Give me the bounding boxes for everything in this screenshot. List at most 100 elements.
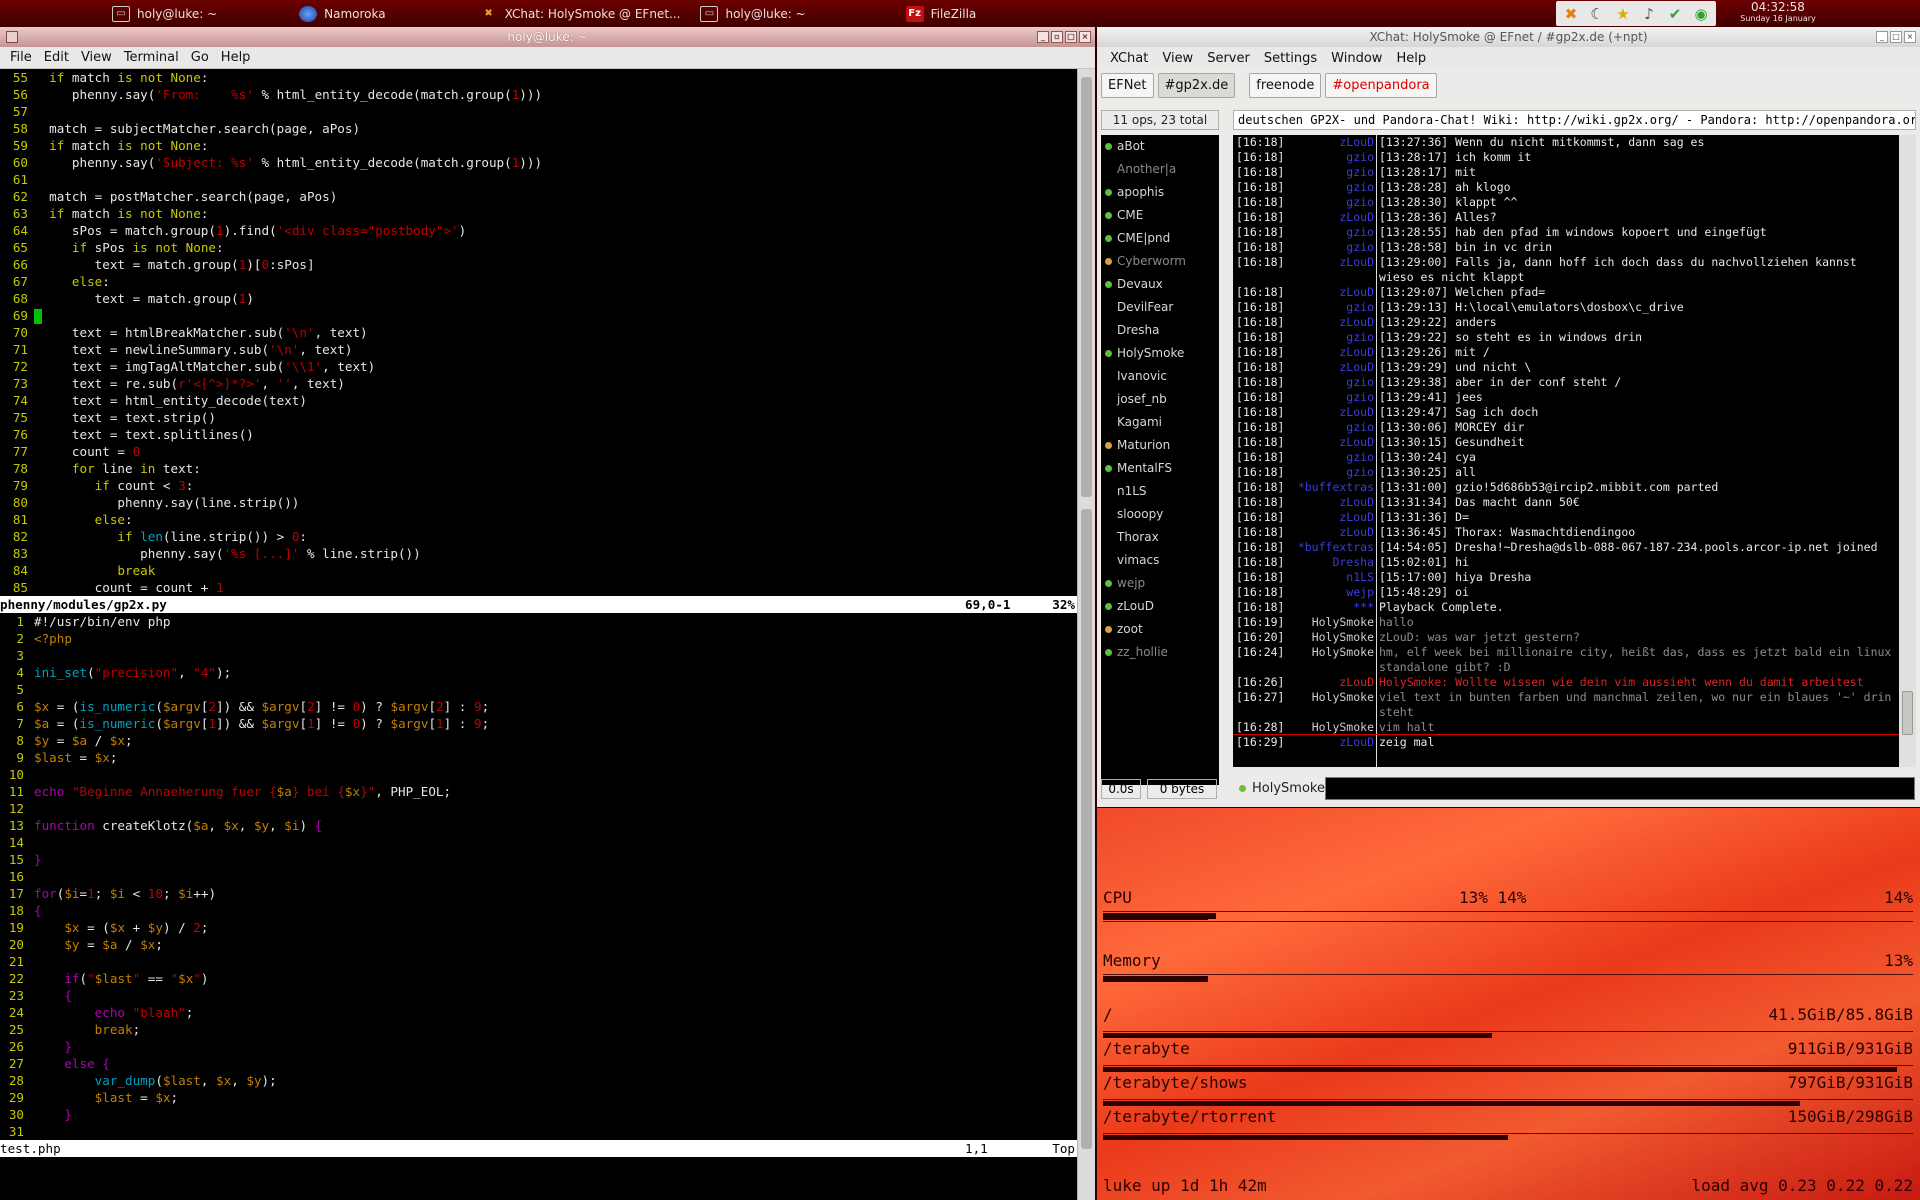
channel-topic[interactable]: deutschen GP2X- und Pandora-Chat! Wiki: … — [1233, 110, 1916, 130]
text-cursor — [34, 309, 42, 324]
chat-message: [16:27] HolySmoke viel text in bunten farb… — [1233, 690, 1899, 720]
message-text: [13:28:55] hab den pfad im windows kopoe… — [1379, 225, 1767, 239]
message-input[interactable] — [1325, 777, 1915, 800]
user-list-item[interactable]: slooopy — [1101, 503, 1219, 526]
maximize-icon[interactable]: □ — [1065, 31, 1077, 43]
scrollbar-thumb[interactable] — [1902, 691, 1913, 735]
chat-message: [16:18] zLouD [13:31:34] Das macht dann 50… — [1233, 495, 1899, 510]
task-terminal-2[interactable]: ▭ holy@luke: ~ — [692, 0, 813, 27]
message-nick: gzio — [1346, 225, 1374, 239]
tab-gp2x[interactable]: #gp2x.de — [1157, 72, 1236, 98]
xchat-tray-icon[interactable]: ✖ — [1560, 3, 1582, 25]
tab-openpandora[interactable]: #openpandora — [1325, 72, 1437, 98]
user-list-item[interactable]: josef_nb — [1101, 388, 1219, 411]
user-list-item[interactable]: MentalFS — [1101, 457, 1219, 480]
message-nick: gzio — [1346, 300, 1374, 314]
terminal-icon: ▭ — [112, 5, 130, 22]
user-list-item[interactable]: Maturion — [1101, 434, 1219, 457]
close-icon[interactable]: × — [1904, 31, 1916, 43]
task-browser[interactable]: Namoroka — [291, 0, 393, 27]
user-list-item[interactable]: Kagami — [1101, 411, 1219, 434]
user-name: DevilFear — [1117, 300, 1174, 314]
memory-bar — [1103, 976, 1913, 982]
user-list-item[interactable]: Cyberworm — [1101, 250, 1219, 273]
message-timestamp: [16:18] — [1236, 465, 1285, 479]
user-list-item[interactable]: zoot — [1101, 618, 1219, 641]
menu-terminal[interactable]: Terminal — [118, 50, 185, 65]
star-icon[interactable]: ★ — [1612, 3, 1634, 25]
menu-view[interactable]: View — [1155, 51, 1200, 66]
user-list-item[interactable]: n1LS — [1101, 480, 1219, 503]
menu-xchat[interactable]: XChat — [1103, 51, 1155, 66]
menu-go[interactable]: Go — [185, 50, 215, 65]
disk-bar — [1103, 1101, 1913, 1106]
window-menu-icon[interactable] — [6, 31, 18, 43]
chat-log[interactable]: [16:18] zLouD [13:27:36] Wenn du nicht mit… — [1233, 135, 1899, 767]
disk-bar-track — [1103, 1099, 1913, 1100]
terminal-titlebar[interactable]: holy@luke: ~ _ ▫ □ × — [0, 27, 1095, 47]
user-list-item[interactable]: wejp — [1101, 572, 1219, 595]
chat-message: [16:20] HolySmoke zLouD: was war jetzt ges… — [1233, 630, 1899, 645]
user-list-item[interactable]: Thorax — [1101, 526, 1219, 549]
user-list-item[interactable]: zLouD — [1101, 595, 1219, 618]
message-timestamp: [16:18] — [1236, 300, 1285, 314]
user-name: n1LS — [1117, 484, 1147, 498]
code-line: 1 #!/usr/bin/env php — [16, 614, 171, 629]
user-list-item[interactable]: CME — [1101, 204, 1219, 227]
user-list[interactable]: aBot Another|a apophis CME CME|pnd Cyberworm D… — [1101, 135, 1219, 785]
message-timestamp: [16:28] — [1236, 720, 1285, 734]
menu-edit[interactable]: Edit — [38, 50, 75, 65]
close-icon[interactable]: × — [1079, 31, 1091, 43]
task-xchat[interactable]: ✖ XChat: HolySmoke @ EFnet... — [472, 0, 689, 27]
xchat-titlebar[interactable]: XChat: HolySmoke @ EFnet / #gp2x.de (+np… — [1097, 27, 1920, 47]
user-list-item[interactable]: DevilFear — [1101, 296, 1219, 319]
message-nick: HolySmoke — [1311, 630, 1374, 644]
scrollbar-thumb-top[interactable] — [1081, 77, 1092, 497]
user-status-icon — [1105, 419, 1112, 426]
task-filezilla[interactable]: Fz FileZilla — [898, 0, 985, 27]
maximize-icon[interactable]: □ — [1890, 31, 1902, 43]
minimize-icon[interactable]: _ — [1876, 31, 1888, 43]
scrollbar-thumb-bottom[interactable] — [1081, 509, 1092, 1149]
user-list-item[interactable]: aBot — [1101, 135, 1219, 158]
user-list-item[interactable]: CME|pnd — [1101, 227, 1219, 250]
user-list-item[interactable]: Ivanovic — [1101, 365, 1219, 388]
task-terminal-1[interactable]: ▭ holy@luke: ~ — [104, 0, 225, 27]
code-line: 64 sPos = match.group(1).find('<div clas… — [12, 223, 467, 238]
code-line: 70 text = htmlBreakMatcher.sub('\n', tex… — [12, 325, 368, 340]
menu-settings[interactable]: Settings — [1257, 51, 1324, 66]
system-tray: ✖ ☾ ★ ♪ ✔ ◉ — [1556, 1, 1716, 26]
user-list-item[interactable]: HolySmoke — [1101, 342, 1219, 365]
terminal-scrollbar[interactable] — [1077, 69, 1095, 1200]
code-line: 6 $x = (is_numeric($argv[2]) && $argv[2] … — [16, 699, 490, 714]
menu-view[interactable]: View — [75, 50, 118, 65]
user-list-item[interactable]: vimacs — [1101, 549, 1219, 572]
user-list-item[interactable]: zz_hollie — [1101, 641, 1219, 664]
clock[interactable]: 04:32:58 Sunday 16 January — [1728, 1, 1828, 24]
user-list-item[interactable]: Another|a — [1101, 158, 1219, 181]
nick-button[interactable]: HolySmoke — [1233, 777, 1325, 799]
volume-icon[interactable]: ♪ — [1638, 3, 1660, 25]
moon-icon[interactable]: ☾ — [1586, 3, 1608, 25]
network-icon[interactable]: ◉ — [1690, 3, 1712, 25]
chat-scrollbar[interactable] — [1899, 135, 1916, 767]
menu-window[interactable]: Window — [1324, 51, 1389, 66]
chat-message: [16:18] gzio [13:30:25] all — [1233, 465, 1899, 480]
menu-server[interactable]: Server — [1200, 51, 1257, 66]
user-count: 11 ops, 23 total — [1101, 110, 1219, 130]
message-text: [13:31:34] Das macht dann 50€ — [1379, 495, 1580, 509]
tab-efnet[interactable]: EFNet — [1101, 72, 1154, 98]
menu-help[interactable]: Help — [215, 50, 257, 65]
minimize-icon[interactable]: _ — [1037, 31, 1049, 43]
user-list-item[interactable]: Devaux — [1101, 273, 1219, 296]
update-icon[interactable]: ✔ — [1664, 3, 1686, 25]
shade-icon[interactable]: ▫ — [1051, 31, 1063, 43]
menu-file[interactable]: File — [4, 50, 38, 65]
vim-editor[interactable]: 55 if match is not None: 56 phenny.say('… — [0, 69, 1077, 1157]
user-list-item[interactable]: apophis — [1101, 181, 1219, 204]
user-name: CME — [1117, 208, 1144, 222]
menu-help[interactable]: Help — [1389, 51, 1433, 66]
user-list-item[interactable]: Dresha — [1101, 319, 1219, 342]
code-line: 56 phenny.say('From: %s' % html_entity_d… — [12, 87, 543, 102]
tab-freenode[interactable]: freenode — [1249, 72, 1322, 98]
